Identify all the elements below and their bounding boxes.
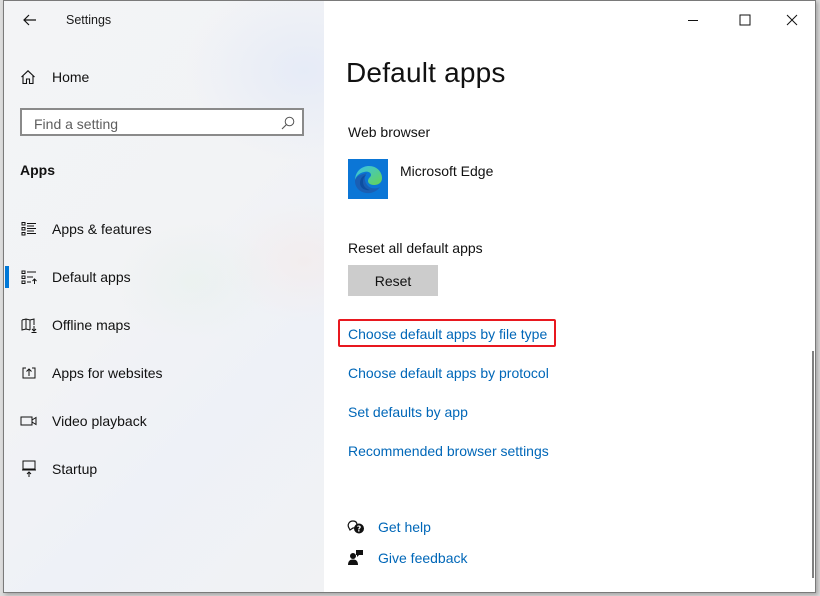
search-box[interactable]: [20, 108, 304, 136]
web-browser-selector[interactable]: Microsoft Edge: [348, 159, 493, 199]
reset-heading: Reset all default apps: [348, 240, 483, 256]
back-button[interactable]: [18, 9, 42, 31]
sidebar-item-home[interactable]: Home: [20, 65, 89, 89]
minimize-button[interactable]: [670, 5, 716, 35]
give-feedback-icon: [346, 548, 366, 568]
offline-maps-icon: [20, 316, 38, 334]
get-help-label: Get help: [378, 519, 431, 535]
search-input[interactable]: [32, 114, 276, 134]
video-playback-icon: [20, 412, 38, 430]
home-label: Home: [52, 69, 90, 85]
sidebar-item-label: Apps & features: [52, 221, 152, 237]
selected-indicator: [5, 266, 9, 288]
get-help-icon: ?: [346, 517, 366, 537]
page-title: Default apps: [346, 57, 506, 88]
startup-icon: [20, 460, 38, 478]
link-choose-by-file-type[interactable]: Choose default apps by file type: [348, 326, 547, 342]
sidebar-item-apps-features[interactable]: Apps & features: [4, 209, 324, 249]
sidebar-item-label: Default apps: [52, 269, 131, 285]
sidebar-item-startup[interactable]: Startup: [4, 449, 324, 489]
search-icon[interactable]: [280, 115, 296, 131]
sidebar-item-video-playback[interactable]: Video playback: [4, 401, 324, 441]
sidebar-item-default-apps[interactable]: Default apps: [4, 257, 324, 297]
give-feedback-label: Give feedback: [378, 550, 468, 566]
maximize-button[interactable]: [722, 5, 768, 35]
apps-for-websites-icon: [20, 364, 38, 382]
close-icon: [786, 14, 798, 26]
app-title: Settings: [66, 13, 112, 27]
back-arrow-icon: [23, 14, 36, 26]
get-help-link[interactable]: ? Get help: [346, 517, 431, 537]
svg-text:?: ?: [357, 525, 361, 534]
settings-window: Settings Home Apps: [3, 0, 816, 593]
sidebar-item-apps-for-websites[interactable]: Apps for websites: [4, 353, 324, 393]
give-feedback-link[interactable]: Give feedback: [346, 548, 468, 568]
scrollbar[interactable]: [812, 351, 814, 578]
sidebar-item-label: Video playback: [52, 413, 147, 429]
sidebar-item-label: Startup: [52, 461, 98, 477]
sidebar-item-offline-maps[interactable]: Offline maps: [4, 305, 324, 345]
minimize-icon: [688, 20, 698, 21]
apps-features-icon: [20, 220, 38, 238]
sidebar: Settings Home Apps: [4, 1, 324, 592]
sidebar-item-label: Offline maps: [52, 317, 131, 333]
browser-name: Microsoft Edge: [400, 163, 494, 179]
home-icon: [21, 70, 35, 85]
sidebar-item-label: Apps for websites: [52, 365, 163, 381]
microsoft-edge-icon: [348, 159, 388, 199]
main-content: Default apps Web browser Microsoft Edge: [324, 1, 815, 592]
default-apps-icon: [20, 268, 38, 286]
reset-button[interactable]: Reset: [348, 265, 438, 296]
close-button[interactable]: [769, 5, 815, 35]
web-browser-heading: Web browser: [348, 124, 431, 140]
link-recommended-browser-settings[interactable]: Recommended browser settings: [348, 443, 549, 459]
maximize-icon: [739, 14, 751, 26]
section-title: Apps: [20, 162, 55, 178]
link-set-defaults-by-app[interactable]: Set defaults by app: [348, 404, 468, 420]
link-choose-by-protocol[interactable]: Choose default apps by protocol: [348, 365, 549, 381]
